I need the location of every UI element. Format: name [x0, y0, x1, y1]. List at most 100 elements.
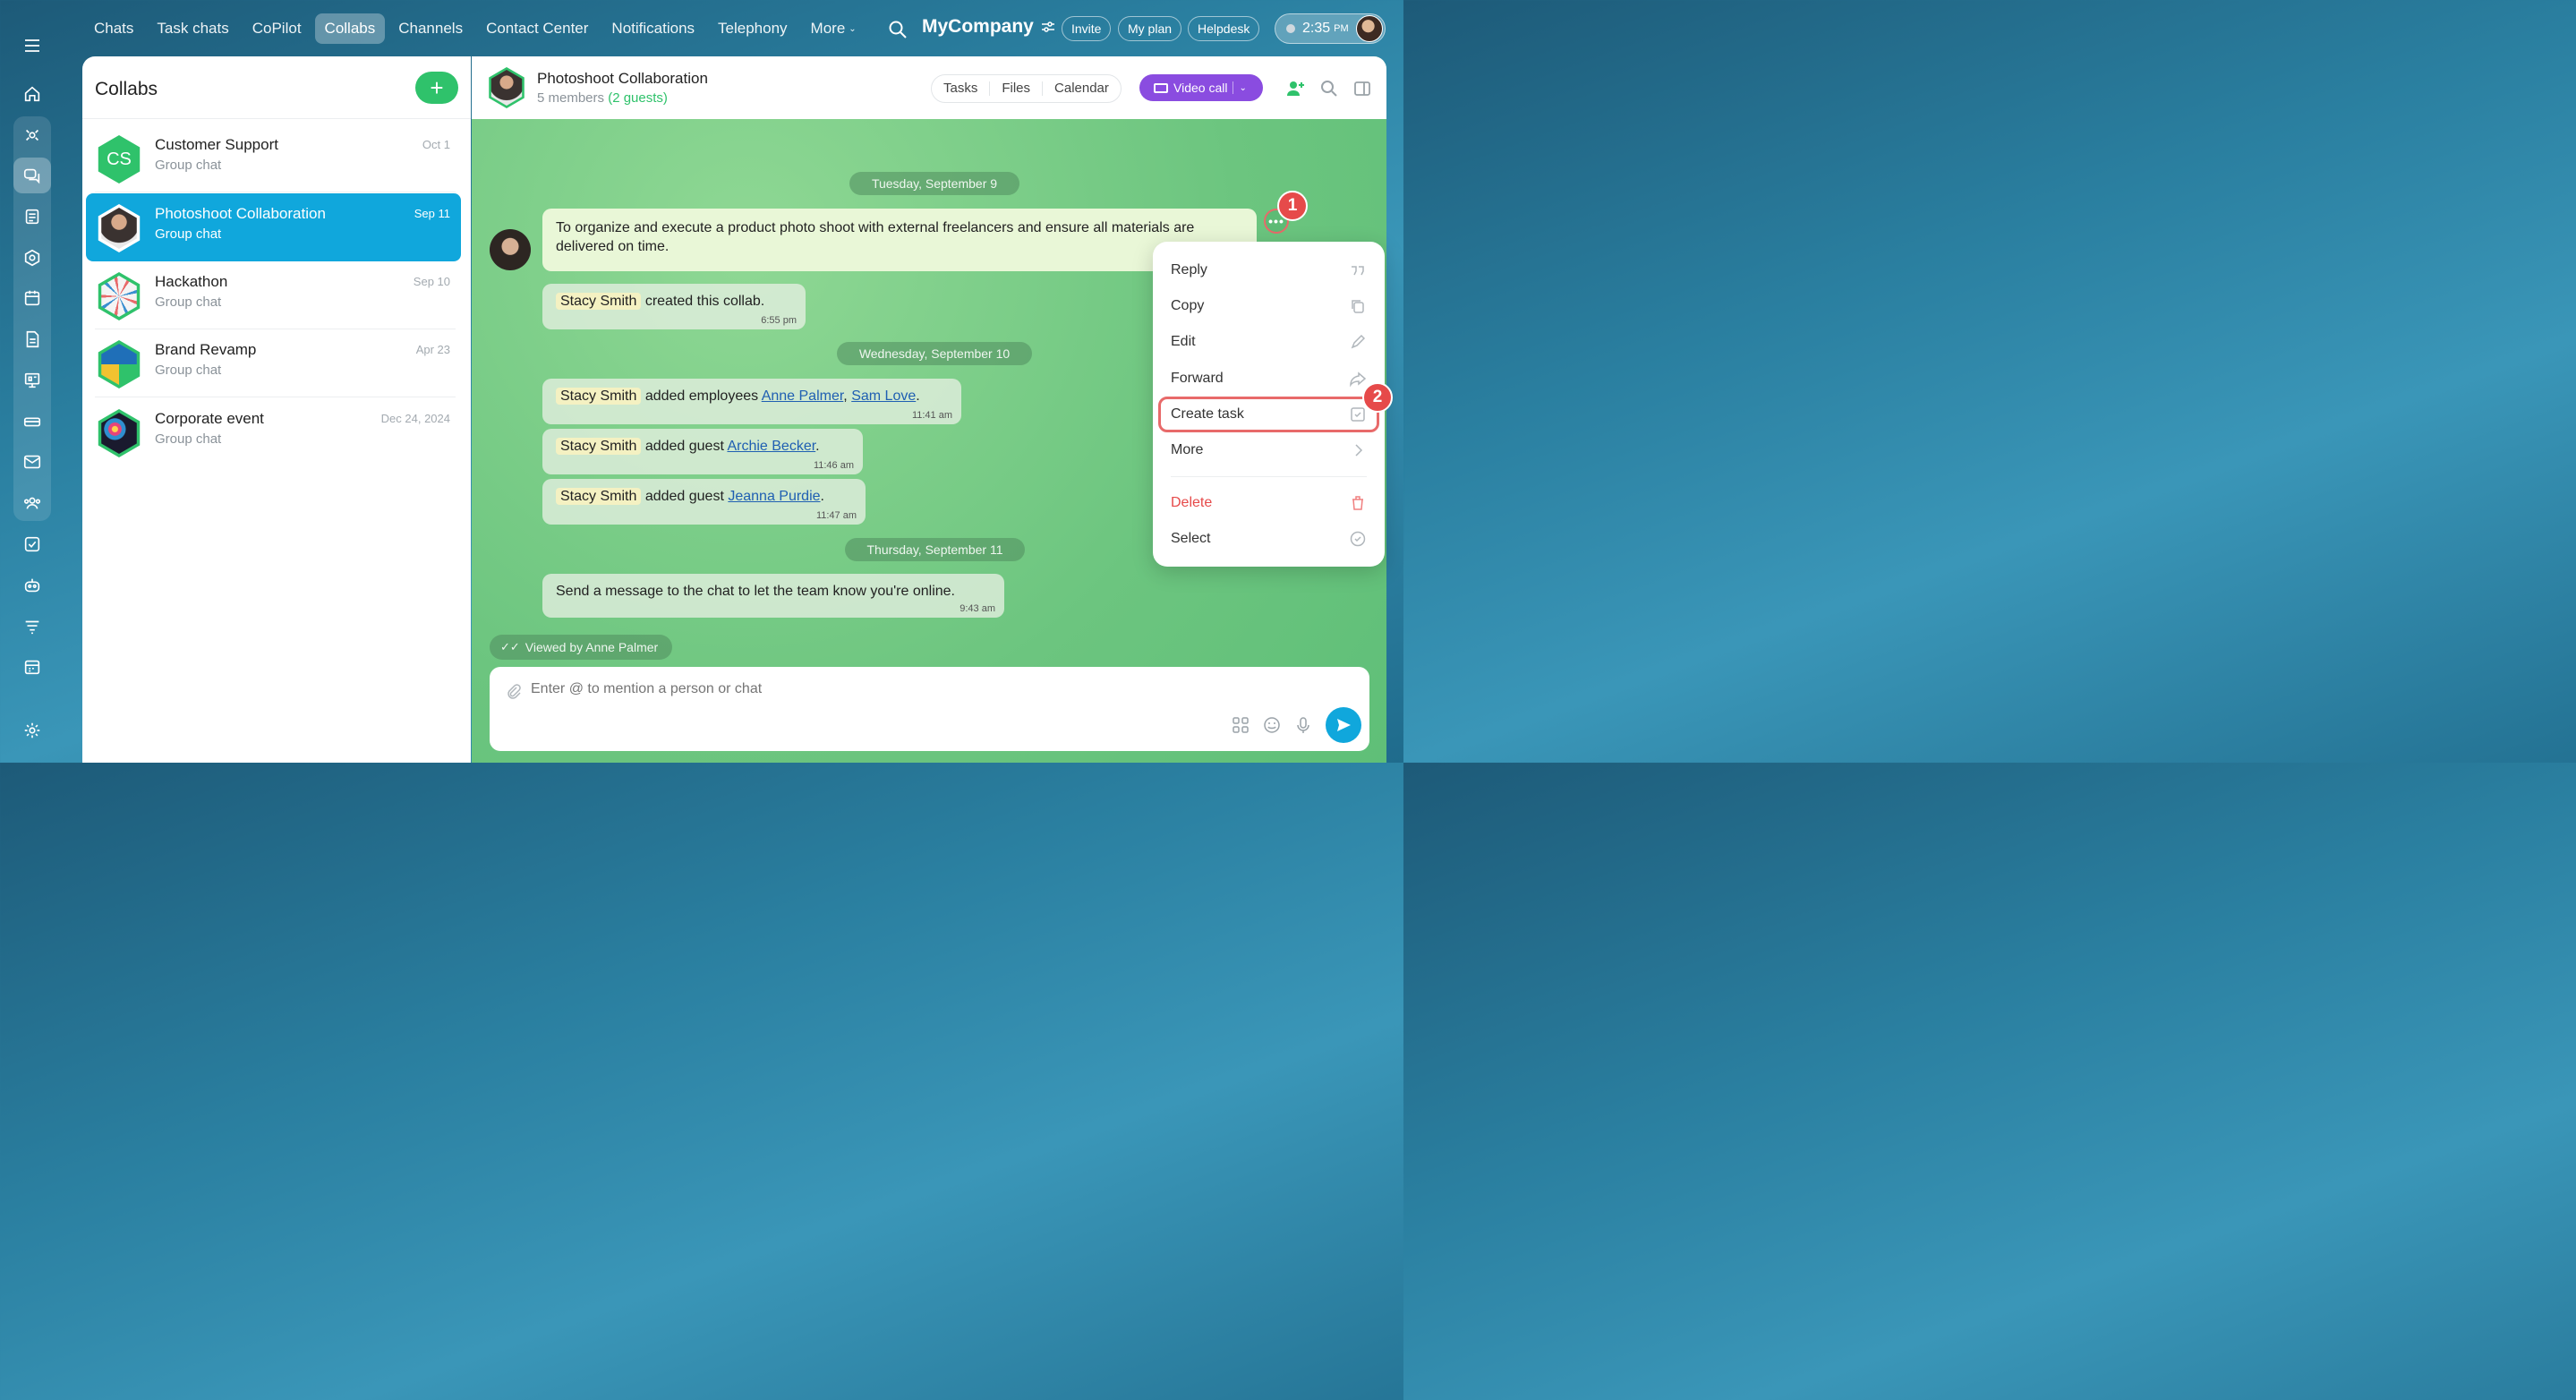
chat-avatar[interactable]: [489, 67, 525, 108]
collab-type: Group chat: [155, 295, 222, 310]
members-count: 5 members: [537, 90, 605, 106]
collab-date: Dec 24, 2024: [380, 412, 450, 425]
user-tag[interactable]: Stacy Smith: [556, 388, 642, 405]
collab-name: Brand Revamp: [155, 341, 257, 358]
user-link[interactable]: Jeanna Purdie: [728, 489, 820, 504]
tab-calendar[interactable]: Calendar: [1043, 81, 1121, 96]
quote-icon: [1352, 266, 1364, 276]
user-link[interactable]: Archie Becker: [727, 439, 815, 454]
task-check-icon: [1351, 407, 1365, 422]
collab-item-photoshoot[interactable]: Photoshoot Collaboration Group chat Sep …: [86, 193, 461, 261]
filter-icon[interactable]: [13, 609, 51, 645]
home-icon[interactable]: [13, 76, 51, 112]
menu-label: Copy: [1171, 298, 1205, 313]
message-system[interactable]: Stacy Smith added guest Archie Becker. 1…: [542, 429, 863, 474]
nav-channels[interactable]: Channels: [388, 13, 473, 44]
add-user-icon[interactable]: [1286, 79, 1306, 98]
search-icon[interactable]: [1319, 79, 1339, 98]
nav-copilot[interactable]: CoPilot: [243, 13, 311, 44]
company-name[interactable]: MyCompany: [922, 16, 1055, 38]
feed-icon[interactable]: [13, 199, 51, 235]
message-system[interactable]: Stacy Smith added employees Anne Palmer,…: [542, 379, 961, 424]
chevron-down-icon: ⌄: [849, 24, 857, 35]
schedule-icon[interactable]: [13, 649, 51, 685]
invite-button[interactable]: Invite: [1062, 16, 1112, 41]
tasks-icon[interactable]: [13, 526, 51, 562]
video-call-button[interactable]: Video call ⌄: [1139, 74, 1263, 101]
send-button[interactable]: [1326, 707, 1361, 743]
apps-icon[interactable]: [1231, 715, 1250, 735]
menu-label: More: [1171, 442, 1204, 457]
menu-copy[interactable]: Copy: [1153, 288, 1385, 324]
clock-widget[interactable]: 2:35 PM: [1275, 13, 1386, 44]
nav-chats[interactable]: Chats: [84, 13, 143, 44]
chevron-down-icon[interactable]: ⌄: [1239, 83, 1246, 93]
groups-icon[interactable]: [13, 485, 51, 521]
nav-telephony[interactable]: Telephony: [708, 13, 798, 44]
menu-label: Edit: [1171, 334, 1196, 349]
collabs-panel: Collabs + CS Customer Support Group chat…: [82, 56, 471, 763]
calendar-icon[interactable]: [13, 280, 51, 316]
mail-icon[interactable]: [13, 444, 51, 480]
nav-task-chats[interactable]: Task chats: [147, 13, 238, 44]
message-system[interactable]: Stacy Smith added guest Jeanna Purdie. 1…: [542, 479, 866, 525]
sidebar-toggle-icon[interactable]: [1352, 79, 1372, 98]
nav-contact-center[interactable]: Contact Center: [476, 13, 598, 44]
microphone-icon[interactable]: [1293, 715, 1313, 735]
collab-name: Photoshoot Collaboration: [155, 205, 326, 222]
paperclip-icon[interactable]: [506, 683, 522, 699]
message-system[interactable]: Stacy Smith created this collab. 6:55 pm: [542, 284, 806, 329]
crm-icon[interactable]: [13, 240, 51, 276]
helpdesk-button[interactable]: Helpdesk: [1188, 16, 1260, 41]
message-time: 11:47 am: [815, 510, 857, 521]
ai-icon[interactable]: [13, 117, 51, 153]
user-link[interactable]: Anne Palmer: [762, 388, 844, 404]
viewed-status: ✓✓ Viewed by Anne Palmer: [490, 635, 673, 660]
collab-type: Group chat: [155, 158, 222, 173]
user-tag[interactable]: Stacy Smith: [556, 438, 642, 455]
collab-date: Apr 23: [415, 343, 450, 356]
user-tag[interactable]: Stacy Smith: [556, 293, 642, 310]
settings-icon[interactable]: [13, 713, 51, 748]
tab-files[interactable]: Files: [990, 81, 1044, 96]
menu-delete[interactable]: Delete: [1153, 485, 1385, 521]
chat-header: Photoshoot Collaboration 5 members (2 gu…: [472, 56, 1386, 119]
menu-edit[interactable]: Edit: [1153, 324, 1385, 360]
menu-icon[interactable]: [22, 36, 42, 55]
collab-item-customer-support[interactable]: CS Customer Support Group chat Oct 1: [86, 124, 461, 192]
documents-icon[interactable]: [13, 321, 51, 357]
nav-collabs[interactable]: Collabs: [314, 13, 386, 44]
bot-icon[interactable]: [13, 568, 51, 603]
nav-notifications[interactable]: Notifications: [601, 13, 704, 44]
collab-item-brand-revamp[interactable]: Brand Revamp Group chat Apr 23: [86, 329, 461, 397]
chat-members[interactable]: 5 members (2 guests): [537, 90, 668, 106]
menu-select[interactable]: Select: [1153, 521, 1385, 557]
menu-create-task[interactable]: Create task: [1158, 397, 1379, 432]
user-tag[interactable]: Stacy Smith: [556, 488, 642, 505]
chat-title[interactable]: Photoshoot Collaboration: [537, 70, 708, 88]
search-icon[interactable]: [888, 20, 908, 39]
my-plan-button[interactable]: My plan: [1118, 16, 1182, 41]
message-pinned[interactable]: To organize and execute a product photo …: [542, 209, 1257, 271]
clock-ampm: PM: [1334, 23, 1349, 34]
collab-avatar: [98, 409, 141, 457]
user-link[interactable]: Sam Love: [851, 388, 916, 404]
nav-more[interactable]: More ⌄: [801, 13, 866, 44]
user-avatar[interactable]: [1356, 15, 1383, 42]
collab-name: Customer Support: [155, 136, 278, 153]
menu-reply[interactable]: Reply: [1153, 252, 1385, 288]
collab-item-corporate-event[interactable]: Corporate event Group chat Dec 24, 2024: [86, 398, 461, 466]
drive-icon[interactable]: [13, 404, 51, 440]
sender-avatar[interactable]: [490, 229, 531, 270]
message-input[interactable]: [531, 681, 1157, 697]
add-collab-button[interactable]: +: [415, 72, 458, 104]
emoji-icon[interactable]: [1262, 715, 1282, 735]
menu-forward[interactable]: Forward: [1153, 361, 1385, 397]
messenger-icon[interactable]: [13, 158, 51, 193]
message-system[interactable]: Send a message to the chat to let the te…: [542, 574, 1004, 618]
collab-item-hackathon[interactable]: Hackathon Group chat Sep 10: [86, 261, 461, 329]
boards-icon[interactable]: [13, 363, 51, 398]
menu-more[interactable]: More: [1153, 432, 1385, 468]
message-text: Send a message to the chat to let the te…: [556, 584, 955, 599]
tab-tasks[interactable]: Tasks: [932, 81, 991, 96]
